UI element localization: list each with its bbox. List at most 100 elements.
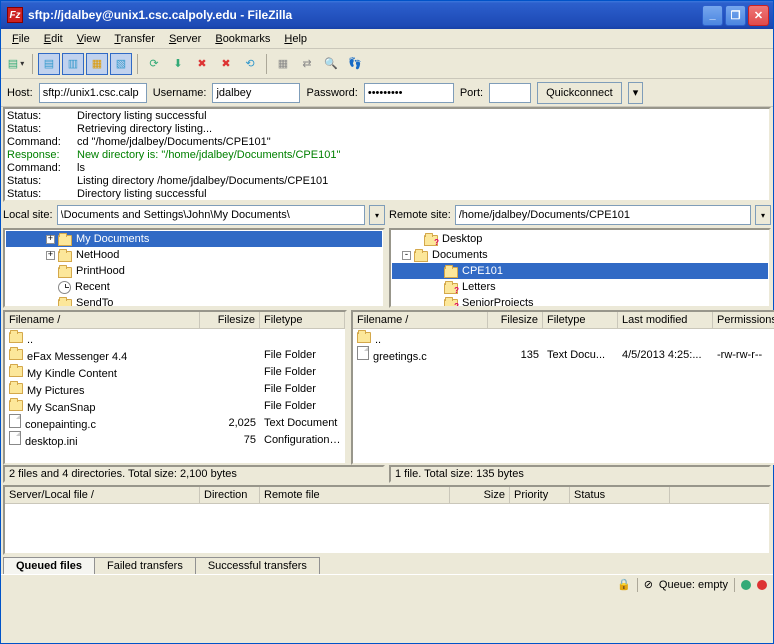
list-row[interactable]: greetings.c135Text Docu...4/5/2013 4:25:… xyxy=(353,346,774,363)
column-header[interactable]: Last modified xyxy=(618,312,713,328)
column-header[interactable]: Filename / xyxy=(5,312,200,328)
queue-tabs: Queued filesFailed transfersSuccessful t… xyxy=(3,557,771,574)
username-label: Username: xyxy=(153,87,207,99)
list-row[interactable]: .. xyxy=(353,329,774,346)
filter-button[interactable]: ▦ xyxy=(272,53,294,75)
tree-item[interactable]: SeniorProjects xyxy=(392,295,768,308)
local-site-label: Local site: xyxy=(3,209,53,221)
column-header[interactable]: Permissions xyxy=(713,312,774,328)
disconnect-button[interactable]: ✖ xyxy=(215,53,237,75)
tree-item[interactable]: Recent xyxy=(6,279,382,295)
menu-file[interactable]: File xyxy=(5,31,37,47)
menubar: FileEditViewTransferServerBookmarksHelp xyxy=(1,29,773,49)
toolbar: ▤▾ ▤ ▥ ▦ ▧ ⟳ ⬇ ✖ ✖ ⟲ ▦ ⇄ 🔍 👣 xyxy=(1,49,773,79)
quickconnect-bar: Host: Username: Password: Port: Quickcon… xyxy=(1,79,773,107)
column-header[interactable]: Filetype xyxy=(260,312,345,328)
list-row[interactable]: desktop.ini75Configuration S... xyxy=(5,431,345,448)
port-input[interactable] xyxy=(489,83,531,103)
activity-dot-2 xyxy=(757,580,767,590)
tree-item[interactable]: CPE101 xyxy=(392,263,768,279)
site-bar: Local site: ▾ Remote site: ▾ xyxy=(3,204,771,226)
list-row[interactable]: eFax Messenger 4.4File Folder xyxy=(5,346,345,363)
maximize-button[interactable]: ❐ xyxy=(725,5,746,26)
menu-edit[interactable]: Edit xyxy=(37,31,70,47)
column-header[interactable]: Size xyxy=(450,487,510,503)
column-header[interactable]: Direction xyxy=(200,487,260,503)
list-row[interactable]: .. xyxy=(5,329,345,346)
sync-browse-button[interactable]: 🔍 xyxy=(320,53,342,75)
window-title: sftp://jdalbey@unix1.csc.calpoly.edu - F… xyxy=(28,8,702,22)
local-file-list[interactable]: Filename /FilesizeFiletype ..eFax Messen… xyxy=(3,310,347,465)
tree-item[interactable]: Letters xyxy=(392,279,768,295)
local-tree[interactable]: +My Documents+NetHoodPrintHoodRecentSend… xyxy=(3,228,385,308)
site-manager-button[interactable]: ▤▾ xyxy=(5,53,27,75)
remote-site-dropdown[interactable]: ▾ xyxy=(755,205,771,225)
username-input[interactable] xyxy=(212,83,300,103)
remote-site-label: Remote site: xyxy=(389,209,451,221)
file-lists: Filename /FilesizeFiletype ..eFax Messen… xyxy=(3,310,771,465)
toggle-queue-button[interactable]: ▧ xyxy=(110,53,132,75)
list-row[interactable]: My ScanSnapFile Folder xyxy=(5,397,345,414)
toggle-local-tree-button[interactable]: ▥ xyxy=(62,53,84,75)
queue-indicator-icon: ⊘ xyxy=(644,578,653,591)
tree-item[interactable]: +NetHood xyxy=(6,247,382,263)
tree-item[interactable]: SendTo xyxy=(6,295,382,308)
list-row[interactable]: My Kindle ContentFile Folder xyxy=(5,363,345,380)
refresh-button[interactable]: ⟳ xyxy=(143,53,165,75)
column-header[interactable]: Remote file xyxy=(260,487,450,503)
cancel-button[interactable]: ✖ xyxy=(191,53,213,75)
list-row[interactable]: conepainting.c2,025Text Document xyxy=(5,414,345,431)
log-row: Response:New directory is: "/home/jdalbe… xyxy=(7,149,767,162)
menu-help[interactable]: Help xyxy=(277,31,314,47)
column-header[interactable]: Filename / xyxy=(353,312,488,328)
queue-tab[interactable]: Successful transfers xyxy=(195,557,320,574)
toggle-log-button[interactable]: ▤ xyxy=(38,53,60,75)
remote-tree[interactable]: Desktop-DocumentsCPE101LettersSeniorProj… xyxy=(389,228,771,308)
remote-site-input[interactable] xyxy=(455,205,751,225)
log-row: Status:Listing directory /home/jdalbey/D… xyxy=(7,175,767,188)
local-site-dropdown[interactable]: ▾ xyxy=(369,205,385,225)
quickconnect-dropdown[interactable]: ▾ xyxy=(628,82,644,104)
host-input[interactable] xyxy=(39,83,147,103)
column-header[interactable]: Status xyxy=(570,487,670,503)
remote-list-header: Filename /FilesizeFiletypeLast modifiedP… xyxy=(353,312,774,329)
tree-panes: +My Documents+NetHoodPrintHoodRecentSend… xyxy=(3,228,771,308)
log-row: Command:cd "/home/jdalbey/Documents/CPE1… xyxy=(7,136,767,149)
local-site-input[interactable] xyxy=(57,205,365,225)
process-queue-button[interactable]: ⬇ xyxy=(167,53,189,75)
log-row: Status:Directory listing successful xyxy=(7,110,767,123)
compare-button[interactable]: ⇄ xyxy=(296,53,318,75)
toggle-remote-tree-button[interactable]: ▦ xyxy=(86,53,108,75)
remote-file-list[interactable]: Filename /FilesizeFiletypeLast modifiedP… xyxy=(351,310,774,465)
column-header[interactable]: Filetype xyxy=(543,312,618,328)
password-input[interactable] xyxy=(364,83,454,103)
search-button[interactable]: 👣 xyxy=(344,53,366,75)
app-icon: Fz xyxy=(7,7,23,23)
column-header[interactable]: Server/Local file / xyxy=(5,487,200,503)
column-header[interactable]: Filesize xyxy=(200,312,260,328)
menu-server[interactable]: Server xyxy=(162,31,208,47)
column-header[interactable]: Priority xyxy=(510,487,570,503)
port-label: Port: xyxy=(460,87,483,99)
queue-pane[interactable]: Server/Local file /DirectionRemote fileS… xyxy=(3,485,771,555)
close-button[interactable]: ✕ xyxy=(748,5,769,26)
tree-item[interactable]: -Documents xyxy=(392,247,768,263)
menu-transfer[interactable]: Transfer xyxy=(107,31,162,47)
log-pane[interactable]: Status:Directory listing successful Statu… xyxy=(3,107,771,202)
queue-tab[interactable]: Queued files xyxy=(3,557,95,574)
reconnect-button[interactable]: ⟲ xyxy=(239,53,261,75)
statusbar: 🔒 ⊘ Queue: empty xyxy=(1,574,773,594)
menu-view[interactable]: View xyxy=(70,31,108,47)
minimize-button[interactable]: _ xyxy=(702,5,723,26)
list-row[interactable]: My PicturesFile Folder xyxy=(5,380,345,397)
column-header[interactable]: Filesize xyxy=(488,312,543,328)
tree-item[interactable]: Desktop xyxy=(392,231,768,247)
tree-item[interactable]: PrintHood xyxy=(6,263,382,279)
app-window: Fz sftp://jdalbey@unix1.csc.calpoly.edu … xyxy=(0,0,774,644)
tree-item[interactable]: +My Documents xyxy=(6,231,382,247)
queue-tab[interactable]: Failed transfers xyxy=(94,557,196,574)
menu-bookmarks[interactable]: Bookmarks xyxy=(208,31,277,47)
lock-icon: 🔒 xyxy=(617,578,631,591)
quickconnect-button[interactable]: Quickconnect xyxy=(537,82,622,104)
status-row: 2 files and 4 directories. Total size: 2… xyxy=(3,465,771,483)
